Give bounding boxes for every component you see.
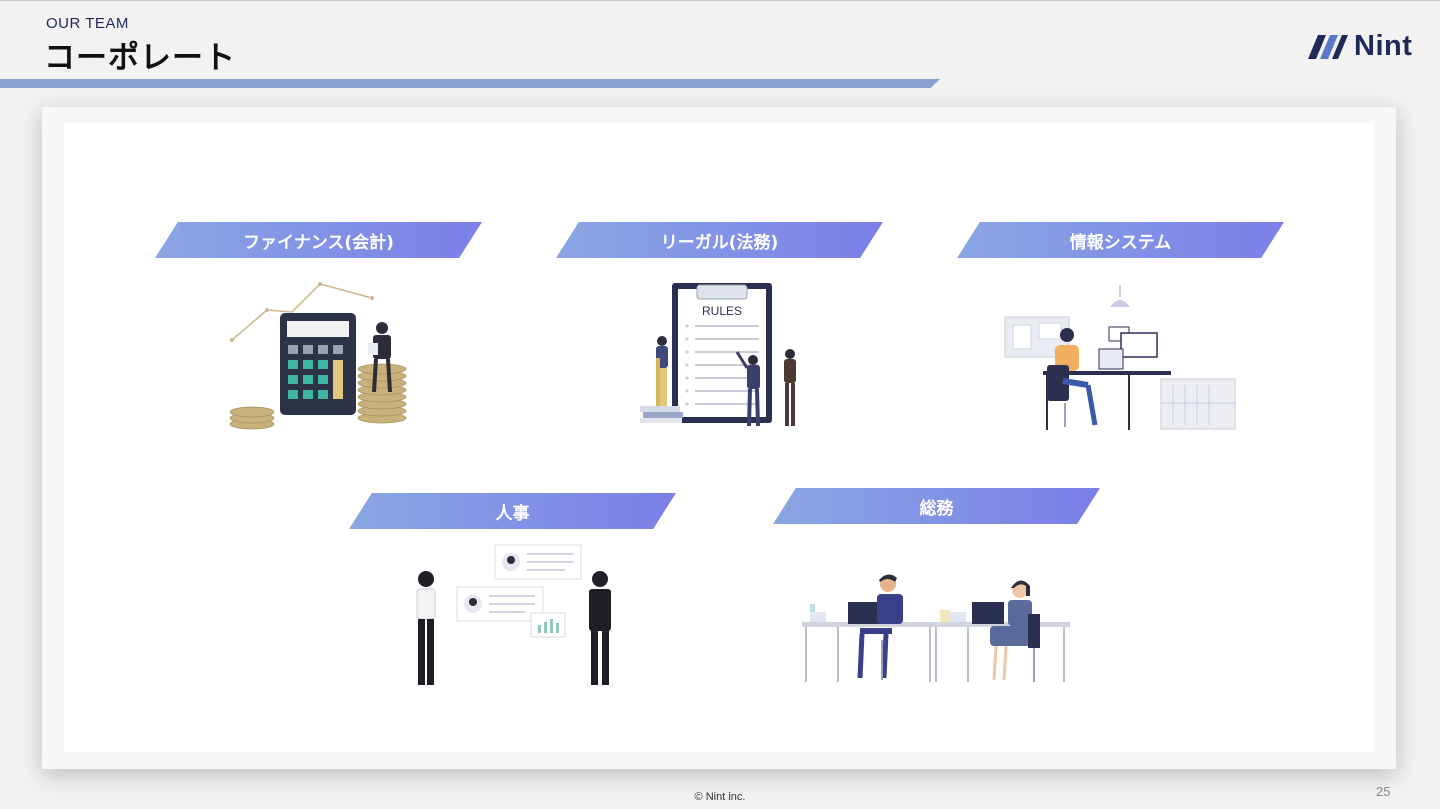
header-rule <box>0 79 940 88</box>
banner-general-affairs: 総務 <box>773 488 1100 524</box>
nint-logo-icon <box>1308 34 1348 59</box>
nint-logo: Nint <box>1306 30 1412 63</box>
content-card <box>64 123 1374 752</box>
rules-clipboard-illustration: RULES <box>640 283 796 427</box>
section-eyebrow: OUR TEAM <box>46 15 129 32</box>
logo-text: Nint <box>1354 30 1413 62</box>
page-title: コーポレート <box>44 40 236 76</box>
it-workstation-illustration <box>1004 285 1236 430</box>
banner-it: 情報システム <box>957 222 1284 258</box>
page-number: 25 <box>1376 784 1391 799</box>
rules-board-text: RULES <box>702 304 742 318</box>
office-desks-illustration <box>802 574 1070 682</box>
footer-copyright: © Nint inc. <box>694 791 746 803</box>
top-border <box>0 0 1440 1</box>
banner-finance: ファイナンス(会計) <box>155 222 482 258</box>
hr-profiles-illustration <box>416 544 611 685</box>
calculator-coins-illustration <box>229 282 407 430</box>
banner-legal: リーガル(法務) <box>556 222 883 258</box>
banner-hr: 人事 <box>349 493 676 529</box>
